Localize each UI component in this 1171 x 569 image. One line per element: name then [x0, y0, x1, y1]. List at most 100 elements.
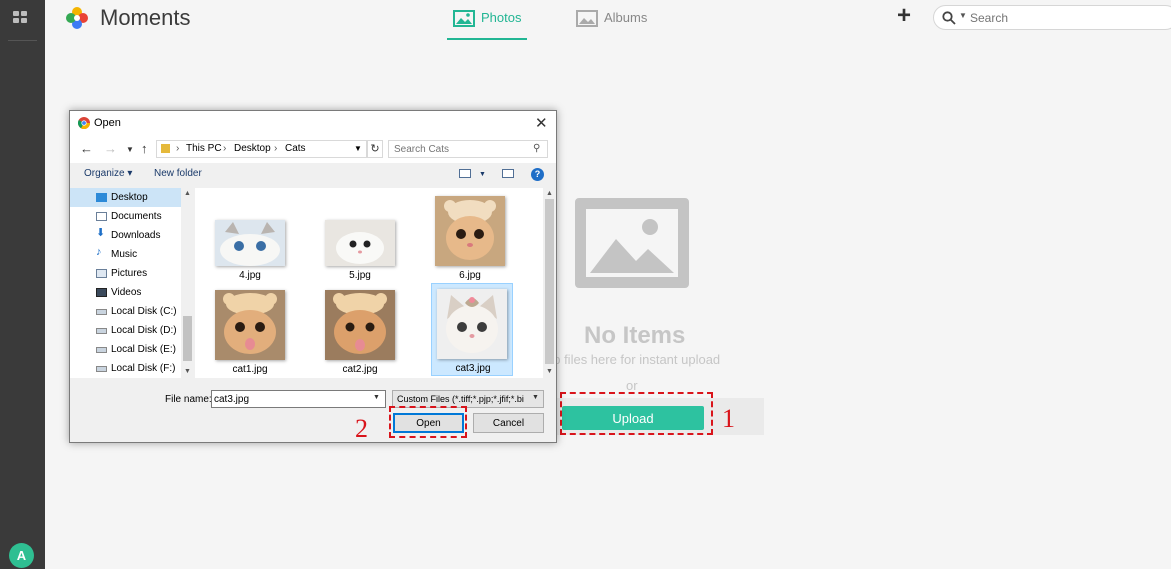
- view-options-chevron-icon[interactable]: ▼: [479, 171, 486, 178]
- navigation-scrollbar[interactable]: ▲ ▼: [181, 188, 195, 378]
- help-icon[interactable]: ?: [531, 168, 544, 181]
- tab-albums-label: Albums: [604, 10, 648, 25]
- callout-box-2: [389, 406, 467, 438]
- file-name: cat1.jpg: [232, 364, 268, 375]
- desktop-icon: [96, 193, 107, 202]
- top-bar: Moments Photos Albums + ▼: [45, 0, 1171, 40]
- file-list: 4.jpg 5.jpg 6.jpg cat1.jpg cat2.jpg cat3…: [195, 188, 543, 378]
- nav-item-label: Local Disk (C:): [111, 306, 177, 317]
- up-arrow-icon[interactable]: ↑: [141, 141, 148, 156]
- recent-locations-chevron-icon[interactable]: ▼: [126, 145, 134, 154]
- dialog-command-bar: Organize ▾ New folder ▼ ?: [70, 163, 556, 187]
- apps-grid-icon[interactable]: [13, 11, 29, 25]
- nav-item-label: Downloads: [111, 230, 161, 241]
- file-name-dropdown-chevron-icon[interactable]: ▼: [373, 394, 380, 401]
- file-list-scrollbar[interactable]: ▲ ▼: [543, 188, 556, 378]
- file-name-label: File name:: [165, 394, 212, 405]
- file-item-cat1jpg[interactable]: cat1.jpg: [208, 284, 292, 376]
- dialog-search-input[interactable]: [388, 140, 548, 158]
- tab-photos[interactable]: Photos: [447, 0, 527, 40]
- file-name: 6.jpg: [459, 270, 481, 281]
- file-item-5jpg[interactable]: 5.jpg: [318, 190, 402, 282]
- address-bar[interactable]: › This PC › Desktop › Cats ▼: [156, 140, 367, 158]
- file-item-cat3jpg[interactable]: cat3.jpg: [431, 283, 513, 376]
- nav-item-label: Documents: [111, 211, 162, 222]
- search-box[interactable]: ▼: [933, 5, 1171, 30]
- search-icon: [942, 11, 956, 25]
- documents-icon: [96, 212, 107, 221]
- address-dropdown-chevron-icon[interactable]: ▼: [354, 141, 362, 157]
- breadcrumb-desktop[interactable]: Desktop: [234, 141, 271, 157]
- sidebar: A: [0, 0, 45, 569]
- nav-item-desktop[interactable]: Desktop: [70, 188, 181, 207]
- breadcrumb-separator-icon: ›: [274, 143, 278, 154]
- scrollbar-thumb[interactable]: [545, 199, 554, 364]
- drive-icon: [96, 309, 107, 315]
- albums-icon: [576, 10, 598, 28]
- cancel-button[interactable]: Cancel: [473, 413, 544, 433]
- file-name: cat3.jpg: [455, 363, 491, 374]
- nav-item-downloads[interactable]: ⬇ Downloads: [70, 226, 181, 245]
- drive-icon: [96, 347, 107, 353]
- tab-albums[interactable]: Albums: [576, 0, 666, 40]
- navigation-pane: Desktop Documents ⬇ Downloads ♪ Music Pi…: [70, 188, 195, 378]
- file-thumbnail: [435, 196, 505, 266]
- file-item-6jpg[interactable]: 6.jpg: [428, 190, 512, 282]
- nav-item-music[interactable]: ♪ Music: [70, 245, 181, 264]
- breadcrumb-this-pc[interactable]: This PC: [186, 141, 222, 157]
- nav-item-local-disk-e[interactable]: Local Disk (E:): [70, 340, 181, 359]
- nav-item-local-disk-c[interactable]: Local Disk (C:): [70, 302, 181, 321]
- file-name: 5.jpg: [349, 270, 371, 281]
- back-arrow-icon[interactable]: ←: [80, 141, 93, 156]
- scroll-down-icon[interactable]: ▼: [184, 368, 191, 375]
- music-icon: ♪: [96, 246, 102, 258]
- avatar[interactable]: A: [9, 543, 34, 568]
- videos-icon: [96, 288, 107, 297]
- change-view-icon[interactable]: [459, 169, 471, 178]
- moments-logo-icon: [66, 7, 88, 29]
- nav-item-pictures[interactable]: Pictures: [70, 264, 181, 283]
- organize-menu[interactable]: Organize ▾: [84, 168, 132, 179]
- chrome-icon: [78, 117, 90, 129]
- nav-item-label: Desktop: [111, 192, 148, 203]
- refresh-icon[interactable]: ↻: [367, 140, 383, 158]
- add-icon[interactable]: +: [897, 2, 911, 30]
- or-text: or: [626, 378, 638, 393]
- forward-arrow-icon[interactable]: →: [104, 141, 117, 156]
- file-type-chevron-icon[interactable]: ▼: [532, 394, 539, 401]
- breadcrumb-cats[interactable]: Cats: [285, 141, 306, 157]
- nav-item-local-disk-d[interactable]: Local Disk (D:): [70, 321, 181, 340]
- nav-item-label: Pictures: [111, 268, 148, 279]
- breadcrumb-separator-icon: ›: [223, 143, 227, 154]
- drive-icon: [96, 328, 107, 334]
- folder-icon: [161, 144, 170, 153]
- photos-icon: [453, 10, 475, 28]
- file-name: cat2.jpg: [342, 364, 378, 375]
- nav-item-label: Local Disk (D:): [111, 325, 177, 336]
- new-folder-button[interactable]: New folder: [154, 168, 202, 179]
- file-thumbnail: [325, 290, 395, 360]
- search-options-chevron-icon[interactable]: ▼: [959, 11, 967, 20]
- file-item-cat2jpg[interactable]: cat2.jpg: [318, 284, 402, 376]
- sidebar-divider: [8, 40, 37, 41]
- downloads-icon: ⬇: [96, 227, 106, 239]
- file-thumbnail: [437, 289, 507, 359]
- scroll-up-icon[interactable]: ▲: [184, 190, 191, 197]
- dialog-nav-bar: ← → ▼ ↑ › This PC › Desktop › Cats ▼ ↻ ⚲: [70, 137, 556, 163]
- scroll-up-icon[interactable]: ▲: [546, 190, 553, 197]
- close-icon[interactable]: ✕: [535, 114, 548, 132]
- preview-pane-icon[interactable]: [502, 169, 514, 178]
- scrollbar-thumb[interactable]: [183, 316, 192, 361]
- file-thumbnail: [215, 220, 285, 266]
- tab-photos-label: Photos: [481, 10, 522, 25]
- nav-item-local-disk-f[interactable]: Local Disk (F:): [70, 359, 181, 378]
- file-name-input[interactable]: [211, 390, 386, 408]
- scroll-down-icon[interactable]: ▼: [546, 368, 553, 375]
- dialog-title: Open: [94, 117, 121, 129]
- search-icon: ⚲: [533, 143, 541, 154]
- file-thumbnail: [215, 290, 285, 360]
- search-input[interactable]: [970, 9, 1160, 27]
- nav-item-documents[interactable]: Documents: [70, 207, 181, 226]
- file-item-4jpg[interactable]: 4.jpg: [208, 190, 292, 282]
- nav-item-videos[interactable]: Videos: [70, 283, 181, 302]
